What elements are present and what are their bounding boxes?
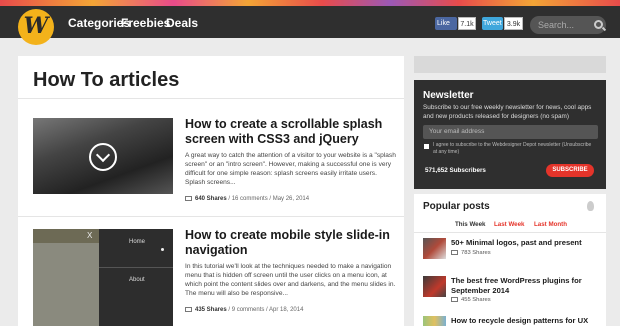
tab-last-week[interactable]: Last Week [494,221,525,228]
page-title: How To articles [33,69,180,91]
article-excerpt: In this tutorial we'll look at the techn… [185,263,396,297]
flame-icon [587,201,594,211]
tab-last-month[interactable]: Last Month [534,221,567,228]
agree-checkbox[interactable] [424,144,429,149]
article-meta: 640 Shares / 16 comments / May 26, 2014 [185,196,309,202]
article-title[interactable]: How to create mobile style slide-in navi… [185,228,395,258]
post-shares: 783 Shares [451,250,491,256]
divider [99,267,173,268]
article-shares: 435 Shares [195,307,227,314]
post-shares-text: 783 Shares [461,250,491,257]
search-icon[interactable] [594,20,603,29]
article-thumbnail[interactable] [33,118,173,194]
article-info: / 16 comments / May 26, 2014 [226,196,310,203]
thumb-menu-panel: Home About [99,229,173,326]
popular-posts: Popular posts This Week Last Week Last M… [414,194,606,326]
scroll-down-icon [89,143,117,171]
agree-label: I agree to subscribe to the Webdesigner … [433,142,592,155]
newsletter-title: Newsletter [423,90,474,101]
subscribe-button[interactable]: SUBSCRIBE [546,164,594,177]
subscriber-count: 571,652 Subscribers [425,167,486,174]
tweet-count: 3.9k [504,17,523,30]
post-thumbnail[interactable] [423,316,446,326]
post-thumbnail[interactable] [423,238,446,259]
share-icon [451,250,458,255]
divider [18,216,404,217]
site-logo[interactable]: W [18,9,54,45]
sidebar-banner [414,56,606,73]
thumb-menu-about: About [129,277,145,283]
tab-this-week[interactable]: This Week [455,221,486,228]
facebook-like-count: 7.1k [458,17,476,30]
article-excerpt: A great way to catch the attention of a … [185,152,396,186]
post-title[interactable]: The best free WordPress plugins for Sept… [451,276,601,296]
thumb-content-area [33,243,99,326]
article-shares: 640 Shares [195,196,227,203]
email-field[interactable]: Your email address [423,125,598,139]
post-shares: 455 Shares [451,297,491,303]
article-info: / 9 comments / Apr 18, 2014 [226,307,304,314]
newsletter-box: Newsletter Subscribe to our free weekly … [414,80,606,189]
post-title[interactable]: How to recycle design patterns for UX [451,316,601,326]
share-icon [185,307,192,312]
article-title[interactable]: How to create a scrollable splash screen… [185,117,395,147]
share-icon [185,196,192,201]
newsletter-description: Subscribe to our free weekly newsletter … [423,104,592,120]
article-thumbnail[interactable]: X Home About [33,229,173,326]
top-navigation-bar: W Categories Freebies Deals Like 7.1k Tw… [0,6,620,45]
facebook-like-button[interactable]: Like [435,17,457,30]
divider [18,98,404,99]
nav-item-deals[interactable]: Deals [166,16,198,30]
divider [414,232,606,233]
post-thumbnail[interactable] [423,276,446,297]
post-shares-text: 455 Shares [461,297,491,304]
main-content: How To articles How to create a scrollab… [18,56,404,326]
post-title[interactable]: 50+ Minimal logos, past and present [451,238,601,248]
article-meta: 435 Shares / 9 comments / Apr 18, 2014 [185,307,303,313]
tweet-button[interactable]: Tweet [482,17,503,30]
share-icon [451,297,458,302]
cursor-dot [161,248,164,251]
nav-item-freebies[interactable]: Freebies [121,16,170,30]
popular-title: Popular posts [423,201,490,212]
thumb-menu-home: Home [129,239,146,245]
